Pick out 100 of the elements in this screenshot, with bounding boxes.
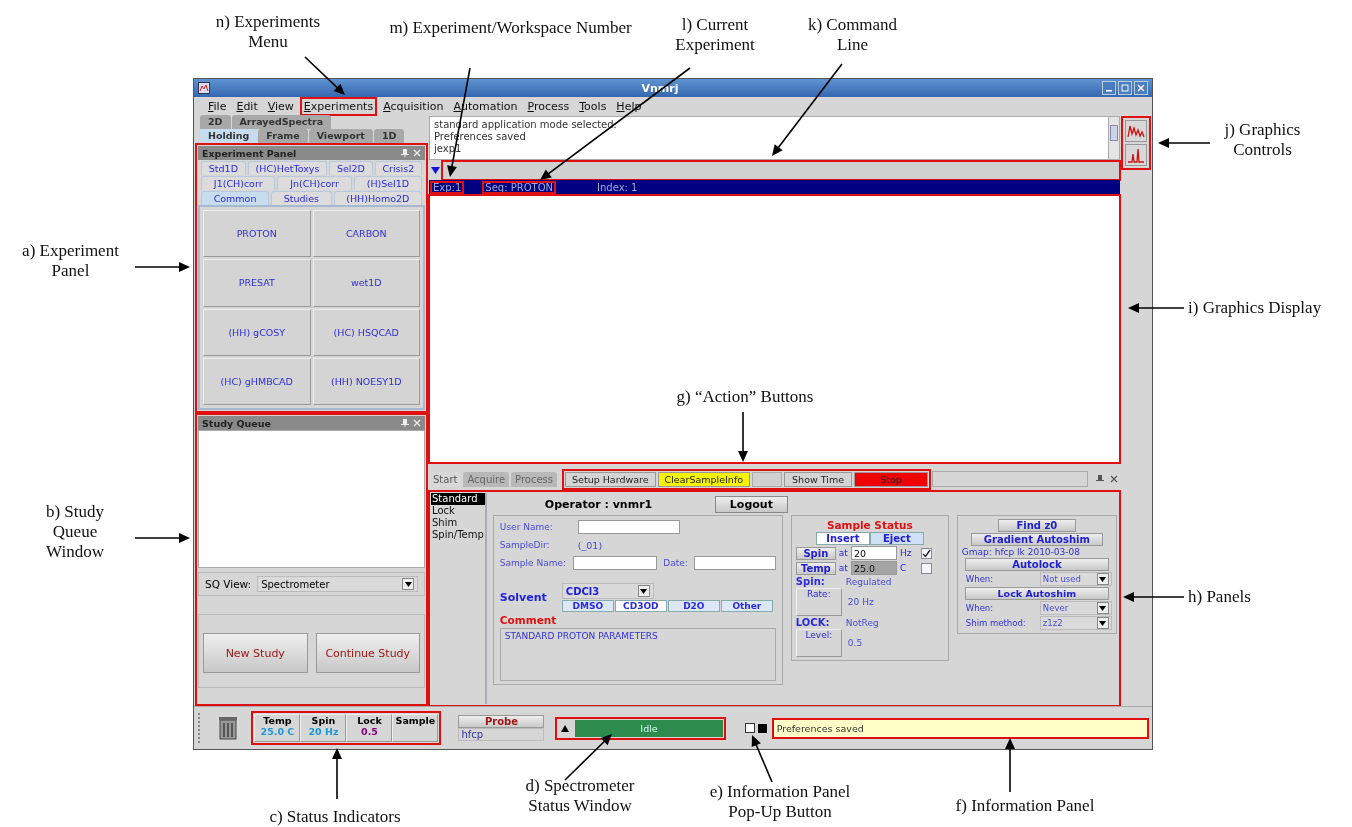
study-button[interactable]: New Study bbox=[203, 633, 308, 673]
viewport-tab[interactable]: Viewport bbox=[308, 129, 373, 143]
command-line-field[interactable] bbox=[442, 160, 1120, 180]
viewport-tab[interactable]: 2D bbox=[200, 115, 231, 129]
annotation-label: d) Spectrometer Status Window bbox=[524, 776, 636, 816]
user-name-field[interactable] bbox=[577, 520, 680, 534]
experiment-button[interactable]: CARBON bbox=[312, 210, 420, 258]
experiment-button[interactable]: wet1D bbox=[312, 259, 420, 307]
status-indicator[interactable]: Temp 25.0 C bbox=[254, 714, 301, 742]
panel-nav-item[interactable]: Shim bbox=[431, 517, 485, 529]
dropdown-arrow-icon bbox=[1096, 573, 1109, 585]
insert-button[interactable]: Insert bbox=[815, 532, 870, 545]
sq-view-dropdown[interactable]: Spectrometer bbox=[257, 576, 418, 592]
action-button[interactable]: Setup Hardware bbox=[565, 471, 656, 487]
date-field[interactable] bbox=[693, 556, 776, 570]
experiment-tab[interactable]: Jn(CH)corr bbox=[277, 176, 352, 190]
annotation-label: n) Experiments Menu bbox=[214, 12, 322, 52]
pin-icon[interactable] bbox=[401, 149, 409, 157]
experiment-tab[interactable]: (HC)HetToxys bbox=[247, 161, 328, 175]
maximize-icon[interactable] bbox=[1118, 81, 1132, 95]
experiment-button[interactable]: (HC) HSQCAD bbox=[312, 308, 420, 356]
experiment-tab[interactable]: J1(CH)corr bbox=[201, 176, 276, 190]
experiment-button[interactable]: (HH) gCOSY bbox=[203, 308, 311, 356]
triangle-up-icon[interactable] bbox=[561, 724, 570, 732]
probe-button[interactable]: Probe bbox=[458, 715, 545, 728]
action-button[interactable]: ClearSampleInfo bbox=[657, 471, 751, 487]
menu-item[interactable]: Process bbox=[525, 98, 572, 114]
level-value: 0.5 bbox=[847, 638, 863, 648]
experiment-button[interactable]: (HC) gHMBCAD bbox=[203, 357, 311, 405]
status-indicator[interactable]: Sample bbox=[392, 714, 439, 742]
grip-handle[interactable] bbox=[198, 713, 203, 743]
status-indicator[interactable]: Lock 0.5 bbox=[346, 714, 393, 742]
control-button[interactable]: Spin bbox=[795, 546, 836, 560]
when-dropdown[interactable]: Never bbox=[1039, 601, 1112, 615]
find-z0-button[interactable]: Find z0 bbox=[997, 519, 1076, 532]
experiment-button[interactable]: PROTON bbox=[203, 210, 311, 258]
solvent-button[interactable]: D2O bbox=[667, 600, 720, 612]
menu-item[interactable]: File bbox=[206, 98, 229, 114]
solvent-button[interactable]: Other bbox=[720, 600, 773, 612]
study-queue-list[interactable] bbox=[198, 430, 425, 568]
eject-button[interactable]: Eject bbox=[869, 532, 924, 545]
annotation-label: m) Experiment/Workspace Number bbox=[388, 18, 633, 38]
viewport-tab[interactable]: 1D bbox=[373, 129, 405, 143]
menu-item[interactable]: Acquisition bbox=[381, 98, 446, 114]
at-label: at bbox=[838, 548, 848, 558]
peak-icon[interactable] bbox=[1125, 144, 1147, 166]
close-icon[interactable] bbox=[1110, 475, 1118, 483]
panel-nav-item[interactable]: Spin/Temp bbox=[431, 529, 485, 541]
solvent-dropdown[interactable]: CDCl3 bbox=[561, 583, 654, 599]
spectrum-icon[interactable] bbox=[1125, 120, 1147, 142]
lock-autoshim-button[interactable]: Lock Autoshim bbox=[964, 587, 1109, 600]
viewport-tab[interactable]: Holding bbox=[200, 129, 258, 143]
annotation-label: h) Panels bbox=[1188, 587, 1252, 607]
experiment-tab[interactable]: Sel2D bbox=[329, 161, 373, 175]
sample-name-field[interactable] bbox=[573, 556, 658, 570]
gradient-autoshim-button[interactable]: Gradient Autoshim bbox=[970, 533, 1103, 546]
pin-icon[interactable] bbox=[401, 419, 409, 427]
field-label: Sample Name: bbox=[499, 558, 568, 568]
experiment-tab[interactable]: Crisis2 bbox=[374, 161, 422, 175]
experiment-tab[interactable]: Studies bbox=[271, 191, 332, 205]
indicator-value: 0.5 bbox=[361, 726, 378, 737]
study-button[interactable]: Continue Study bbox=[315, 633, 420, 673]
solvent-button[interactable]: CD3OD bbox=[614, 600, 667, 612]
menu-item[interactable]: Edit bbox=[234, 98, 260, 114]
indicator-label: Lock bbox=[357, 715, 382, 726]
panel-nav-item[interactable]: Standard bbox=[431, 493, 485, 505]
pin-icon[interactable] bbox=[1096, 475, 1104, 483]
experiment-tab[interactable]: (HH)Homo2D bbox=[333, 191, 422, 205]
information-panel: Preferences saved bbox=[772, 718, 1148, 738]
menu-item[interactable]: Experiments bbox=[301, 98, 376, 114]
action-button[interactable]: Stop bbox=[854, 471, 929, 487]
panel-nav-item[interactable]: Lock bbox=[431, 505, 485, 517]
menu-item[interactable]: Help bbox=[614, 98, 644, 114]
viewport-tab[interactable]: ArrayedSpectra bbox=[231, 115, 332, 129]
checkbox[interactable] bbox=[920, 547, 932, 559]
menu-item[interactable]: Tools bbox=[577, 98, 609, 114]
viewport-tab[interactable]: Frame bbox=[258, 129, 308, 143]
autolock-button[interactable]: Autolock bbox=[964, 558, 1109, 571]
experiment-tab[interactable]: (H)Sel1D bbox=[353, 176, 422, 190]
logout-button[interactable]: Logout bbox=[714, 495, 788, 513]
scrollbar[interactable] bbox=[1108, 117, 1119, 159]
annotation-arrow bbox=[1158, 138, 1211, 148]
experiment-button[interactable]: PRESAT bbox=[203, 259, 311, 307]
solvent-button[interactable]: DMSO bbox=[561, 600, 614, 612]
experiment-tab[interactable]: Common bbox=[201, 191, 270, 205]
shim-method-label: Shim method: bbox=[964, 618, 1027, 628]
value-field[interactable]: 20 bbox=[850, 546, 897, 560]
shim-method-dropdown[interactable]: z1z2 bbox=[1039, 616, 1112, 630]
comment-field[interactable]: STANDARD PROTON PARAMETERS bbox=[499, 628, 776, 681]
experiment-button[interactable]: (HH) NOESY1D bbox=[312, 357, 420, 405]
blank-button[interactable] bbox=[752, 471, 783, 487]
minimize-icon[interactable] bbox=[1102, 81, 1116, 95]
menu-item[interactable]: View bbox=[265, 98, 296, 114]
triangle-down-icon[interactable] bbox=[431, 166, 440, 174]
experiment-tab[interactable]: Std1D bbox=[201, 161, 246, 175]
annotation-label: l) Current Experiment bbox=[674, 15, 756, 55]
pop-up-button[interactable] bbox=[744, 723, 767, 733]
when-dropdown[interactable]: Not used bbox=[1039, 572, 1112, 586]
action-button[interactable]: Show Time bbox=[784, 471, 853, 487]
status-indicator[interactable]: Spin 20 Hz bbox=[300, 714, 347, 742]
